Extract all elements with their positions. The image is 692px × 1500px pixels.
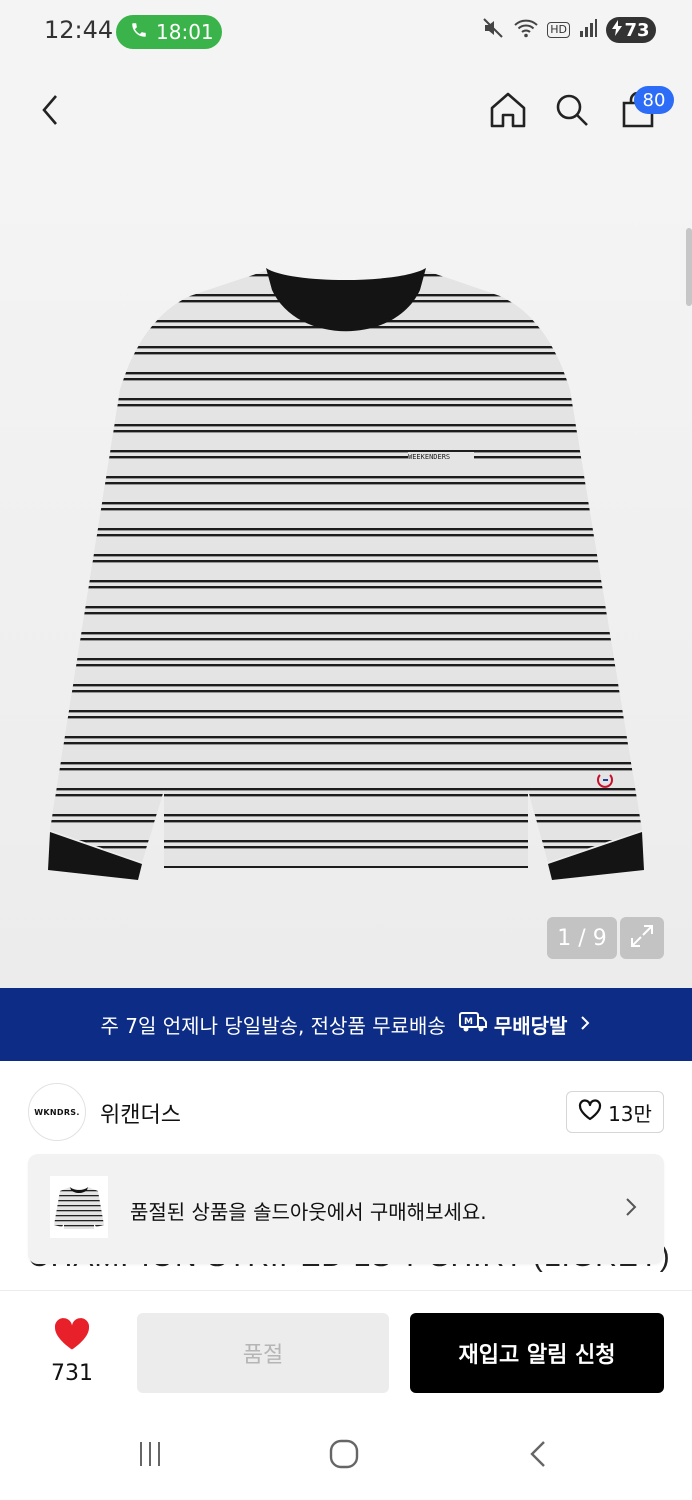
status-bar: 12:44 18:01 HD 73	[0, 0, 692, 66]
brand-like-count: 13만	[608, 1101, 652, 1126]
call-timer: 18:01	[156, 20, 214, 44]
chevron-right-icon	[624, 1196, 638, 1222]
battery-level: 73	[624, 19, 650, 41]
status-icons: HD 73	[481, 16, 656, 44]
brand-like-button[interactable]: 13만	[566, 1091, 664, 1133]
recent-apps-button[interactable]	[126, 1432, 174, 1480]
wish-count: 731	[51, 1361, 93, 1386]
delivery-banner[interactable]: 주 7일 언제나 당일발송, 전상품 무료배송 M 무배당발	[0, 988, 692, 1061]
home-button[interactable]	[482, 86, 534, 138]
heart-outline-icon	[578, 1098, 602, 1126]
svg-text:M: M	[464, 1017, 473, 1027]
search-button[interactable]	[546, 86, 598, 138]
mute-icon	[481, 16, 505, 44]
restock-alert-button[interactable]: 재입고 알림 신청	[410, 1313, 664, 1393]
home-icon	[489, 91, 527, 133]
image-counter: 1 / 9	[547, 917, 617, 959]
toast-message: 품절된 상품을 솔드아웃에서 구매해보세요.	[130, 1200, 487, 1224]
hd-voice-indicator: HD	[547, 22, 570, 38]
back-nav-button[interactable]	[514, 1432, 562, 1480]
expand-image-button[interactable]	[620, 917, 664, 959]
cart-count-badge: 80	[634, 86, 674, 114]
brand-logo[interactable]: WKNDRS.	[28, 1083, 86, 1141]
product-image-gallery[interactable]: WEEKENDERS	[0, 158, 692, 988]
back-arrow-icon	[526, 1438, 550, 1474]
call-indicator[interactable]: 18:01	[116, 15, 222, 49]
recent-apps-icon	[135, 1439, 165, 1473]
soldout-button: 품절	[137, 1313, 389, 1393]
signal-icon	[578, 18, 598, 42]
battery-indicator: 73	[606, 17, 656, 43]
wifi-icon	[513, 17, 539, 43]
wishlist-button[interactable]: 731	[38, 1317, 106, 1386]
delivery-truck-icon: M	[458, 1010, 488, 1039]
product-photo: WEEKENDERS	[48, 268, 644, 880]
banner-text: 주 7일 언제나 당일발송, 전상품 무료배송	[100, 1014, 446, 1038]
chevron-left-icon	[38, 92, 62, 132]
brand-row: WKNDRS. 위캔더스 13만	[0, 1061, 692, 1156]
search-icon	[554, 92, 590, 132]
toast-thumbnail	[50, 1176, 108, 1238]
charging-icon	[612, 19, 623, 41]
soldout-toast[interactable]: 품절된 상품을 솔드아웃에서 구매해보세요.	[28, 1154, 664, 1264]
home-nav-button[interactable]	[320, 1432, 368, 1480]
expand-icon	[629, 923, 655, 953]
phone-icon	[130, 20, 148, 44]
chevron-right-icon	[579, 1013, 591, 1037]
brand-name[interactable]: 위캔더스	[100, 1097, 181, 1129]
shirt-print-text: WEEKENDERS	[408, 453, 450, 461]
bottom-action-bar: 731 품절 재입고 알림 신청	[0, 1290, 692, 1410]
status-time: 12:44	[44, 16, 114, 44]
banner-brand: M 무배당발	[458, 1010, 568, 1039]
back-button[interactable]	[24, 86, 76, 138]
top-navigation: 80	[0, 66, 692, 158]
heart-filled-icon	[53, 1317, 91, 1355]
banner-brand-label: 무배당발	[493, 1014, 568, 1038]
home-circle-icon	[328, 1438, 360, 1474]
system-navigation-bar	[0, 1410, 692, 1500]
